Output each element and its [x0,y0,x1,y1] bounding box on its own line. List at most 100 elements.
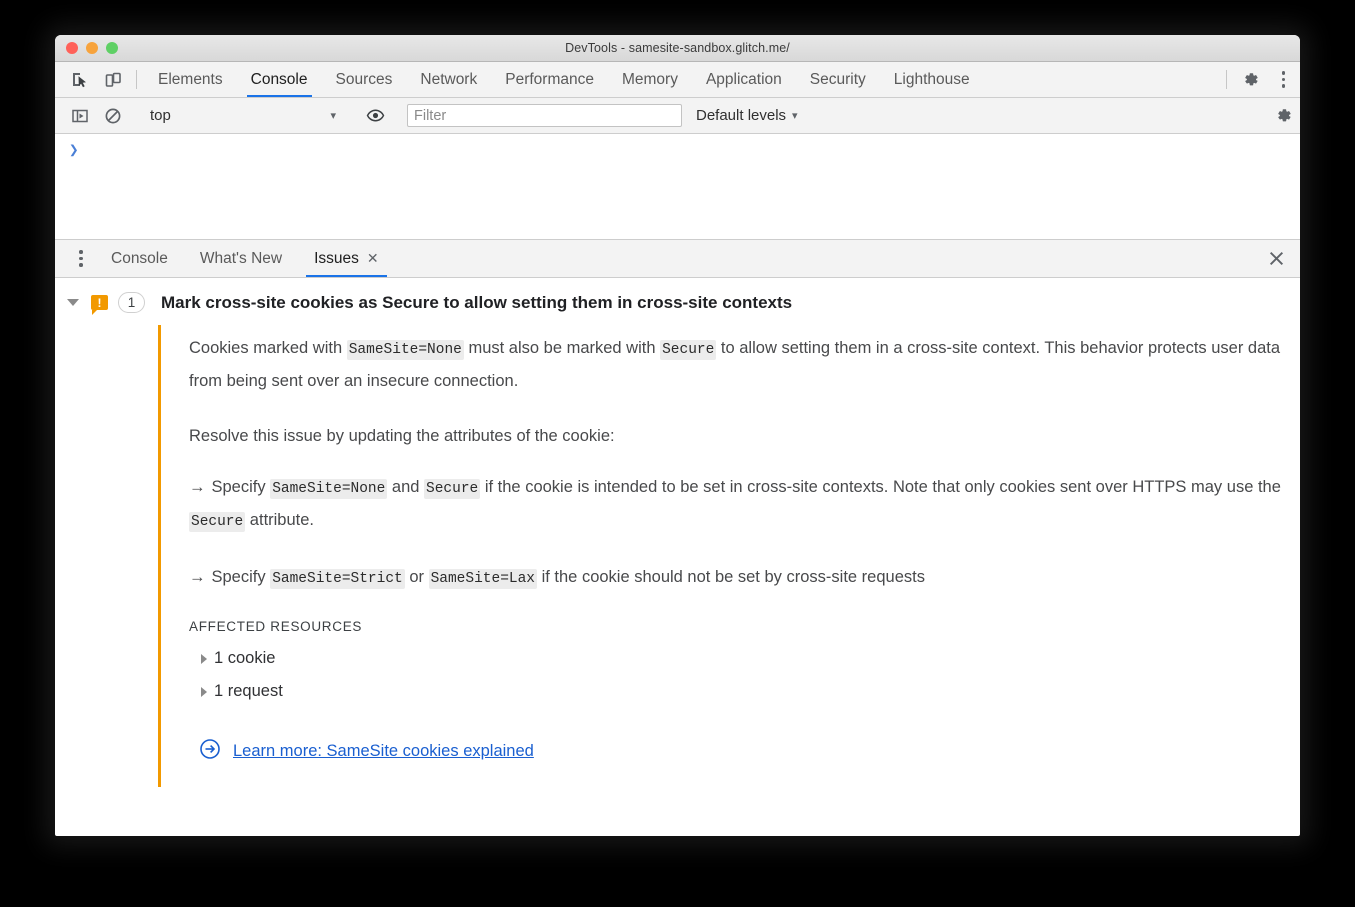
console-sidebar-icon[interactable] [63,107,96,125]
item-text-part: and [387,478,425,496]
live-expression-eye-icon[interactable] [359,106,392,125]
tab-memory[interactable]: Memory [608,62,692,97]
triangle-right-icon[interactable] [201,653,207,664]
console-toolbar: top ▾ Default levels ▾ [55,98,1300,134]
close-tab-icon[interactable]: ✕ [367,250,379,267]
circled-arrow-right-icon [199,738,221,765]
search-input[interactable] [407,104,682,127]
maximize-window-button[interactable] [106,42,118,54]
issue-header-row[interactable]: ! 1 Mark cross-site cookies as Secure to… [55,278,1300,325]
console-prompt-icon: ❯ [69,142,79,160]
code-secure: Secure [660,340,717,360]
gear-icon[interactable] [1267,106,1300,125]
warning-glyph: ! [97,295,102,310]
close-drawer-icon[interactable] [1252,240,1300,277]
execution-context-select[interactable]: top ▾ [144,107,344,124]
code-samesite-lax: SameSite=Lax [428,569,537,589]
learn-more-link[interactable]: Learn more: SameSite cookies explained [233,742,534,761]
drawer-tab-label: What's New [199,249,283,267]
tab-security[interactable]: Security [796,62,880,97]
tab-label: Network [420,70,478,88]
tab-lighthouse[interactable]: Lighthouse [880,62,984,97]
triangle-right-icon[interactable] [201,686,207,697]
item-text-part: if the cookie is intended to be set in c… [480,478,1281,496]
item-text-part: Specify [211,478,271,496]
issue-count-badge: 1 [118,292,145,313]
log-levels-value: Default levels [696,107,787,124]
chevron-down-icon: ▾ [792,110,798,122]
arrow-right-icon: → [189,478,206,496]
kebab-dots [1281,71,1286,88]
kebab-menu-icon[interactable] [1267,62,1300,97]
tab-label: Console [250,70,308,88]
title-bar: DevTools - samesite-sandbox.glitch.me/ [55,35,1300,62]
window-controls [66,42,118,54]
code-samesite-none: SameSite=None [270,479,388,499]
log-levels-select[interactable]: Default levels ▾ [696,107,798,124]
resource-label: 1 cookie [214,649,276,667]
tab-label: Sources [335,70,393,88]
devtools-main-tabbar: Elements Console Sources Network Perform… [55,62,1300,98]
arrow-right-icon: → [189,568,206,586]
window-title: DevTools - samesite-sandbox.glitch.me/ [565,41,790,55]
desc-text-part: must also be marked with [463,339,661,357]
tab-console[interactable]: Console [237,62,322,97]
item-text-part: Specify [211,568,271,586]
warning-issue-icon: ! [91,295,108,315]
drawer-tab-label: Console [111,249,168,267]
minimize-window-button[interactable] [86,42,98,54]
code-secure: Secure [424,479,481,499]
inspect-cursor-icon[interactable] [63,62,96,97]
drawer-tab-whats-new[interactable]: What's New [184,240,298,277]
toolbar-divider [136,70,137,89]
toolbar-divider [1226,70,1227,89]
code-secure: Secure [189,512,246,532]
affected-resources-heading: AFFECTED RESOURCES [189,619,363,634]
code-samesite-none: SameSite=None [346,340,464,360]
tabbar-spacer [984,62,1219,97]
tab-label: Elements [158,70,223,88]
device-toolbar-icon[interactable] [96,62,129,97]
tab-network[interactable]: Network [406,62,491,97]
chevron-down-icon: ▾ [330,110,336,122]
tab-elements[interactable]: Elements [144,62,237,97]
tab-label: Security [809,70,866,88]
close-window-button[interactable] [66,42,78,54]
tab-label: Memory [621,70,678,88]
tab-label: Performance [505,70,594,88]
issues-panel: ! 1 Mark cross-site cookies as Secure to… [55,278,1300,826]
learn-more-row[interactable]: Learn more: SameSite cookies explained [189,738,1300,765]
kebab-dots [79,250,83,267]
issue-resolution-item-2: → Specify SameSite=Strict or SameSite=Lax… [189,562,1300,595]
affected-resource-cookie[interactable]: 1 cookie [189,642,1300,675]
execution-context-value: top [150,107,171,124]
drawer-tab-console[interactable]: Console [95,240,184,277]
devtools-window: DevTools - samesite-sandbox.glitch.me/ E… [55,35,1300,836]
item-text-part: or [404,568,429,586]
tab-application[interactable]: Application [692,62,796,97]
drawer-tab-label: Issues [314,249,359,267]
issue-resolution-item-1: → Specify SameSite=None and Secure if the… [189,472,1300,538]
gear-icon[interactable] [1234,62,1267,97]
issue-title: Mark cross-site cookies as Secure to all… [161,292,793,312]
tab-label: Lighthouse [893,70,970,88]
item-text-part: if the cookie should not be set by cross… [537,568,925,586]
drawer-tab-issues[interactable]: Issues ✕ [298,240,395,277]
issue-body: Cookies marked with SameSite=None must a… [158,325,1300,787]
tab-label: Application [705,70,782,88]
clear-console-icon[interactable] [96,107,129,125]
triangle-down-icon[interactable] [67,299,79,306]
code-samesite-strict: SameSite=Strict [270,569,405,589]
drawer-tabbar: Console What's New Issues ✕ [55,240,1300,278]
drawer-spacer [395,240,1252,277]
tab-performance[interactable]: Performance [491,62,608,97]
affected-resource-request[interactable]: 1 request [189,675,1300,708]
issue-description-paragraph: Cookies marked with SameSite=None must a… [189,333,1300,397]
issue-resolution-intro: Resolve this issue by updating the attri… [189,427,615,445]
kebab-menu-icon[interactable] [67,240,95,277]
tab-sources[interactable]: Sources [322,62,407,97]
resource-label: 1 request [214,682,283,700]
desc-text-part: Cookies marked with [189,339,347,357]
console-output-area[interactable]: ❯ [55,134,1300,240]
item-text-part: attribute. [245,511,315,529]
